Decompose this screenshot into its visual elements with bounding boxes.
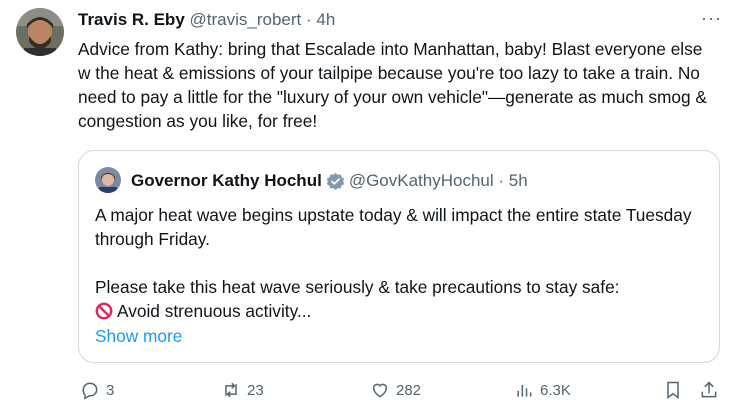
prohibited-icon xyxy=(95,302,113,320)
quoted-line-1: A major heat wave begins upstate today &… xyxy=(95,205,692,249)
show-more-link[interactable]: Show more xyxy=(95,324,182,348)
bookmark-button[interactable] xyxy=(663,380,683,400)
reply-icon xyxy=(82,382,98,400)
heart-icon xyxy=(373,383,387,398)
views-count: 6.3K xyxy=(540,381,571,399)
action-bar: 3 23 282 6.3K xyxy=(0,380,740,400)
reply-count: 3 xyxy=(106,381,115,399)
views-chart-icon xyxy=(517,385,532,397)
author-name[interactable]: Travis R. Eby xyxy=(78,10,185,29)
share-button[interactable] xyxy=(699,380,719,400)
quoted-tweet-text: A major heat wave begins upstate today &… xyxy=(95,203,705,323)
retweet-button[interactable]: 23 xyxy=(221,380,264,400)
tweet-text: Advice from Kathy: bring that Escalade i… xyxy=(78,39,707,131)
quoted-tweet-header: Governor Kathy Hochul @GovKathyHochul · … xyxy=(131,170,528,192)
quoted-handle-time[interactable]: @GovKathyHochul · 5h xyxy=(349,170,528,192)
author-handle-time[interactable]: @travis_robert · 4h xyxy=(190,10,336,29)
quoted-line-3: Avoid strenuous activity... xyxy=(117,301,312,321)
quoted-author-avatar[interactable] xyxy=(95,167,121,193)
quoted-line-2: Please take this heat wave seriously & t… xyxy=(95,277,620,297)
retweet-count: 23 xyxy=(247,381,264,399)
government-badge-icon xyxy=(326,172,345,191)
like-button[interactable]: 282 xyxy=(370,380,421,400)
quoted-author-name[interactable]: Governor Kathy Hochul xyxy=(131,170,322,192)
retweet-icon xyxy=(225,382,237,398)
more-dots-icon[interactable]: ··· xyxy=(701,8,722,29)
tweet-header: Travis R. Eby @travis_robert · 4h xyxy=(78,9,335,31)
like-count: 282 xyxy=(396,381,422,399)
reply-button[interactable]: 3 xyxy=(80,380,114,400)
quoted-line-3-wrap: Avoid strenuous activity... xyxy=(95,299,705,323)
share-icon xyxy=(701,381,717,398)
quoted-tweet-card[interactable]: Governor Kathy Hochul @GovKathyHochul · … xyxy=(78,150,720,363)
bookmark-icon xyxy=(667,381,679,399)
author-avatar[interactable] xyxy=(16,8,64,56)
views-button[interactable]: 6.3K xyxy=(514,380,571,400)
